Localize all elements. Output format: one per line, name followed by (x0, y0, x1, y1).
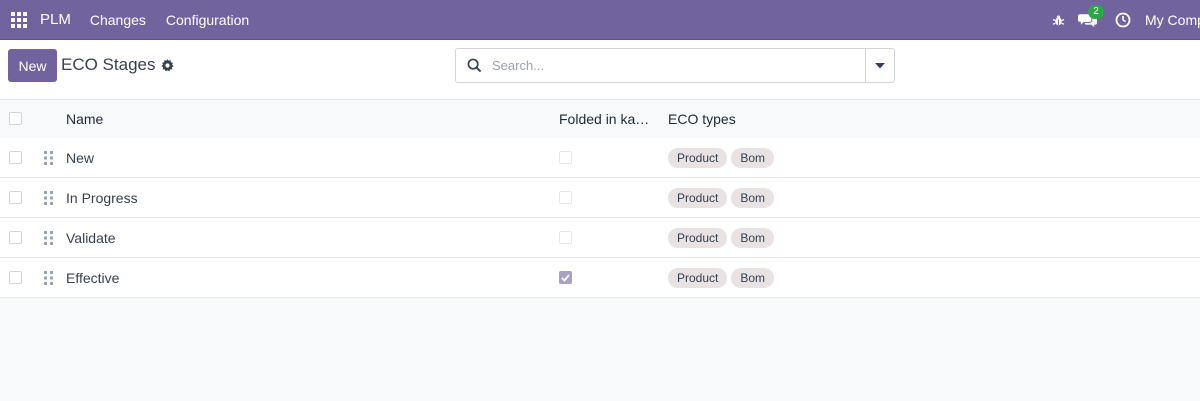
page-title: ECO Stages (61, 55, 156, 74)
messaging-icon[interactable]: 2 (1073, 0, 1104, 40)
table-row[interactable]: In Progress Product Bom (0, 178, 1200, 218)
eco-types-tags: Product Bom (668, 228, 775, 248)
drag-handle-icon[interactable] (44, 271, 53, 285)
caret-down-icon (875, 62, 885, 68)
app-brand[interactable]: PLM (38, 11, 80, 28)
folded-checkbox (559, 231, 572, 244)
column-header-eco-types[interactable]: ECO types (668, 111, 736, 127)
list-header: Name Folded in kanban view ECO types (0, 100, 1200, 138)
folded-checkbox (559, 191, 572, 204)
drag-handle-icon[interactable] (44, 151, 53, 165)
tag: Product (668, 188, 728, 208)
row-checkbox[interactable] (9, 191, 22, 204)
tag: Bom (731, 228, 775, 248)
eco-types-tags: Product Bom (668, 148, 775, 168)
select-all-checkbox[interactable] (9, 112, 22, 125)
drag-handle-icon[interactable] (44, 191, 53, 205)
table-row[interactable]: New Product Bom (0, 138, 1200, 178)
messages-count-badge: 2 (1088, 5, 1104, 19)
tag: Bom (731, 148, 775, 168)
debug-bug-icon[interactable] (1044, 0, 1073, 40)
top-navbar: PLM Changes Configuration 2 My Com (0, 0, 1200, 40)
menu-changes[interactable]: Changes (80, 0, 156, 40)
company-switcher[interactable]: My Company (1137, 12, 1200, 28)
stage-name: Validate (66, 230, 116, 246)
eco-types-tags: Product Bom (668, 188, 775, 208)
table-row[interactable]: Effective Product Bom (0, 258, 1200, 298)
row-checkbox[interactable] (9, 151, 22, 164)
apps-grid-icon (11, 11, 27, 28)
search-options-toggle[interactable] (865, 49, 894, 82)
breadcrumb: ECO Stages (61, 55, 174, 75)
navbar-systray: 2 My Company (1044, 0, 1200, 40)
stages-list: Name Folded in kanban view ECO types New… (0, 100, 1200, 298)
drag-handle-icon[interactable] (44, 231, 53, 245)
eco-types-tags: Product Bom (668, 268, 775, 288)
row-checkbox[interactable] (9, 231, 22, 244)
tag: Product (668, 228, 728, 248)
stage-name: Effective (66, 270, 120, 286)
column-header-name[interactable]: Name (66, 111, 103, 127)
gear-icon[interactable] (160, 58, 174, 72)
tag: Bom (731, 188, 775, 208)
activity-clock-icon[interactable] (1108, 0, 1137, 40)
stage-name: New (66, 150, 95, 166)
folded-checkbox (559, 151, 572, 164)
stage-name: In Progress (66, 190, 138, 206)
new-button[interactable]: New (8, 49, 57, 82)
apps-menu-button[interactable] (0, 0, 38, 40)
menu-configuration[interactable]: Configuration (156, 0, 259, 40)
search-icon (456, 49, 492, 82)
row-checkbox[interactable] (9, 271, 22, 284)
tag: Product (668, 148, 728, 168)
search-input[interactable] (492, 50, 865, 81)
table-row[interactable]: Validate Product Bom (0, 218, 1200, 258)
checkmark-icon (561, 273, 570, 282)
tag: Product (668, 268, 728, 288)
folded-checkbox-checked (559, 271, 572, 284)
search-bar (455, 48, 895, 83)
control-panel: New ECO Stages (0, 40, 1200, 100)
tag: Bom (731, 268, 775, 288)
column-header-folded[interactable]: Folded in kanban view (559, 111, 656, 127)
